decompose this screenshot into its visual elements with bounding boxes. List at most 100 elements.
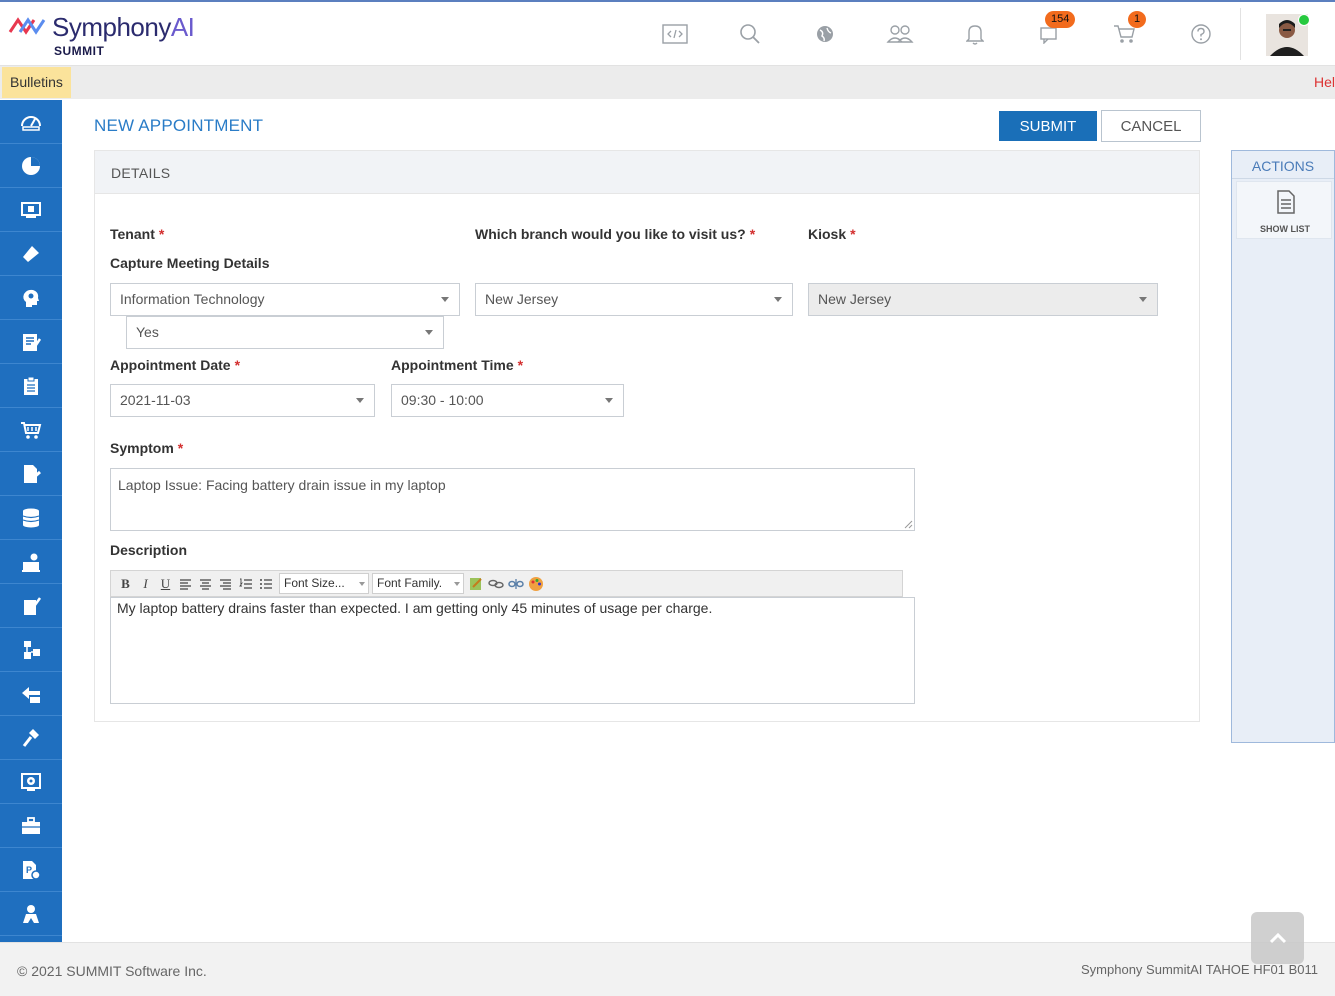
sidebar-item-catalog[interactable] xyxy=(0,408,62,452)
font-size-select[interactable]: Font Size... xyxy=(279,573,369,594)
chevron-down-icon xyxy=(454,582,460,586)
sidebar-item-change[interactable] xyxy=(0,320,62,364)
kiosk-label: Kiosk * xyxy=(808,226,856,242)
monitor-icon xyxy=(21,201,41,218)
description-editor[interactable]: My laptop battery drains faster than exp… xyxy=(110,597,915,704)
person-icon xyxy=(23,904,39,923)
symptom-textarea[interactable]: Laptop Issue: Facing battery drain issue… xyxy=(110,468,915,531)
bold-button[interactable]: B xyxy=(117,574,134,594)
unlink-button[interactable] xyxy=(507,574,524,594)
show-list-button[interactable]: SHOW LIST xyxy=(1236,181,1332,239)
sidebar-item-policies[interactable]: P xyxy=(0,848,62,892)
code-icon[interactable] xyxy=(661,20,689,48)
tenant-select-value: Information Technology xyxy=(120,291,265,307)
resize-grip-icon[interactable] xyxy=(903,519,913,529)
chevron-down-icon xyxy=(1139,297,1147,302)
layers-icon xyxy=(22,686,40,703)
unordered-list-button[interactable] xyxy=(257,574,274,594)
cancel-button[interactable]: CANCEL xyxy=(1101,110,1201,142)
format-painter-button[interactable] xyxy=(467,574,484,594)
sidebar-item-tickets[interactable] xyxy=(0,232,62,276)
appointment-date-select[interactable]: 2021-11-03 xyxy=(110,384,375,417)
show-list-label: SHOW LIST xyxy=(1260,224,1310,234)
person-laptop-icon xyxy=(22,553,40,572)
sidebar-item-dashboard[interactable] xyxy=(0,100,62,144)
bulletin-marquee[interactable]: Hel xyxy=(1314,66,1335,99)
chevron-up-icon xyxy=(1269,932,1286,944)
bulletins-tab[interactable]: Bulletins xyxy=(2,67,71,98)
font-family-select[interactable]: Font Family. xyxy=(372,573,464,594)
scroll-to-top-button[interactable] xyxy=(1251,912,1304,964)
sidebar-item-releases[interactable] xyxy=(0,672,62,716)
kiosk-select[interactable]: New Jersey xyxy=(808,283,1158,316)
sidebar-item-reports[interactable] xyxy=(0,144,62,188)
actions-panel: ACTIONS SHOW LIST xyxy=(1231,150,1335,743)
appointment-time-label: Appointment Time * xyxy=(391,357,524,373)
branch-select[interactable]: New Jersey xyxy=(475,283,793,316)
color-palette-icon xyxy=(528,576,543,591)
appointment-date-value: 2021-11-03 xyxy=(120,392,191,408)
svg-text:P: P xyxy=(26,865,32,875)
chevron-down-icon xyxy=(605,398,613,403)
database-icon xyxy=(22,508,40,527)
list-document-icon xyxy=(1277,190,1295,214)
format-painter-icon xyxy=(469,577,482,590)
align-left-icon xyxy=(180,578,191,590)
link-icon xyxy=(487,579,504,588)
unordered-list-icon xyxy=(259,578,272,589)
sidebar-item-tools[interactable] xyxy=(0,716,62,760)
left-sidebar: P xyxy=(0,100,62,942)
chevron-down-icon xyxy=(359,582,365,586)
sidebar-item-monitoring[interactable] xyxy=(0,760,62,804)
details-section-header[interactable]: DETAILS xyxy=(95,151,1199,194)
tenant-select[interactable]: Information Technology xyxy=(110,283,460,316)
bulletin-bar: Bulletins Hel xyxy=(0,66,1335,99)
submit-button[interactable]: SUBMIT xyxy=(999,111,1097,141)
chat-icon[interactable]: 154 xyxy=(1036,11,1076,48)
chevron-down-icon xyxy=(774,297,782,302)
page-title: NEW APPOINTMENT xyxy=(94,116,264,135)
briefcase-icon xyxy=(22,816,40,834)
messages-badge: 154 xyxy=(1045,11,1076,28)
edit-note-icon xyxy=(23,333,42,351)
chevron-down-icon xyxy=(441,297,449,302)
search-icon[interactable] xyxy=(736,20,764,48)
users-icon[interactable] xyxy=(886,20,914,48)
sidebar-item-problems[interactable] xyxy=(0,364,62,408)
color-palette-button[interactable] xyxy=(527,574,544,594)
dashboard-icon xyxy=(21,115,41,131)
align-right-button[interactable] xyxy=(217,574,234,594)
document-gear-icon: P xyxy=(23,860,41,880)
version-text: Symphony SummitAI TAHOE HF01 B011 xyxy=(1081,962,1318,977)
monitor-gear-icon xyxy=(21,772,41,791)
sidebar-item-users[interactable] xyxy=(0,892,62,936)
align-left-button[interactable] xyxy=(177,574,194,594)
sidebar-item-organization[interactable] xyxy=(0,628,62,672)
document-edit-icon xyxy=(24,464,41,483)
sidebar-item-remote[interactable] xyxy=(0,540,62,584)
align-center-icon xyxy=(200,578,211,590)
capture-meeting-select[interactable]: Yes xyxy=(126,316,444,349)
mobile-edit-icon xyxy=(24,596,42,615)
underline-button[interactable]: U xyxy=(157,574,174,594)
cart-badge: 1 xyxy=(1128,11,1147,28)
ordered-list-button[interactable] xyxy=(237,574,254,594)
align-center-button[interactable] xyxy=(197,574,214,594)
cart-icon[interactable]: 1 xyxy=(1111,11,1147,48)
italic-button[interactable]: I xyxy=(137,574,154,594)
sidebar-item-assets[interactable] xyxy=(0,188,62,232)
description-text: My laptop battery drains faster than exp… xyxy=(117,600,713,616)
bell-icon[interactable] xyxy=(961,20,989,48)
brand-logo[interactable]: SymphonyAI SUMMIT xyxy=(8,10,208,58)
clipboard-icon xyxy=(24,376,38,395)
globe-icon[interactable] xyxy=(811,20,839,48)
sidebar-item-mobile[interactable] xyxy=(0,584,62,628)
sidebar-item-knowledge[interactable] xyxy=(0,276,62,320)
unlink-icon xyxy=(507,578,524,589)
appointment-time-select[interactable]: 09:30 - 10:00 xyxy=(391,384,624,417)
sidebar-item-projects[interactable] xyxy=(0,804,62,848)
sidebar-item-cmdb[interactable] xyxy=(0,496,62,540)
link-button[interactable] xyxy=(487,574,504,594)
help-icon[interactable] xyxy=(1187,20,1215,48)
sidebar-item-requests[interactable] xyxy=(0,452,62,496)
